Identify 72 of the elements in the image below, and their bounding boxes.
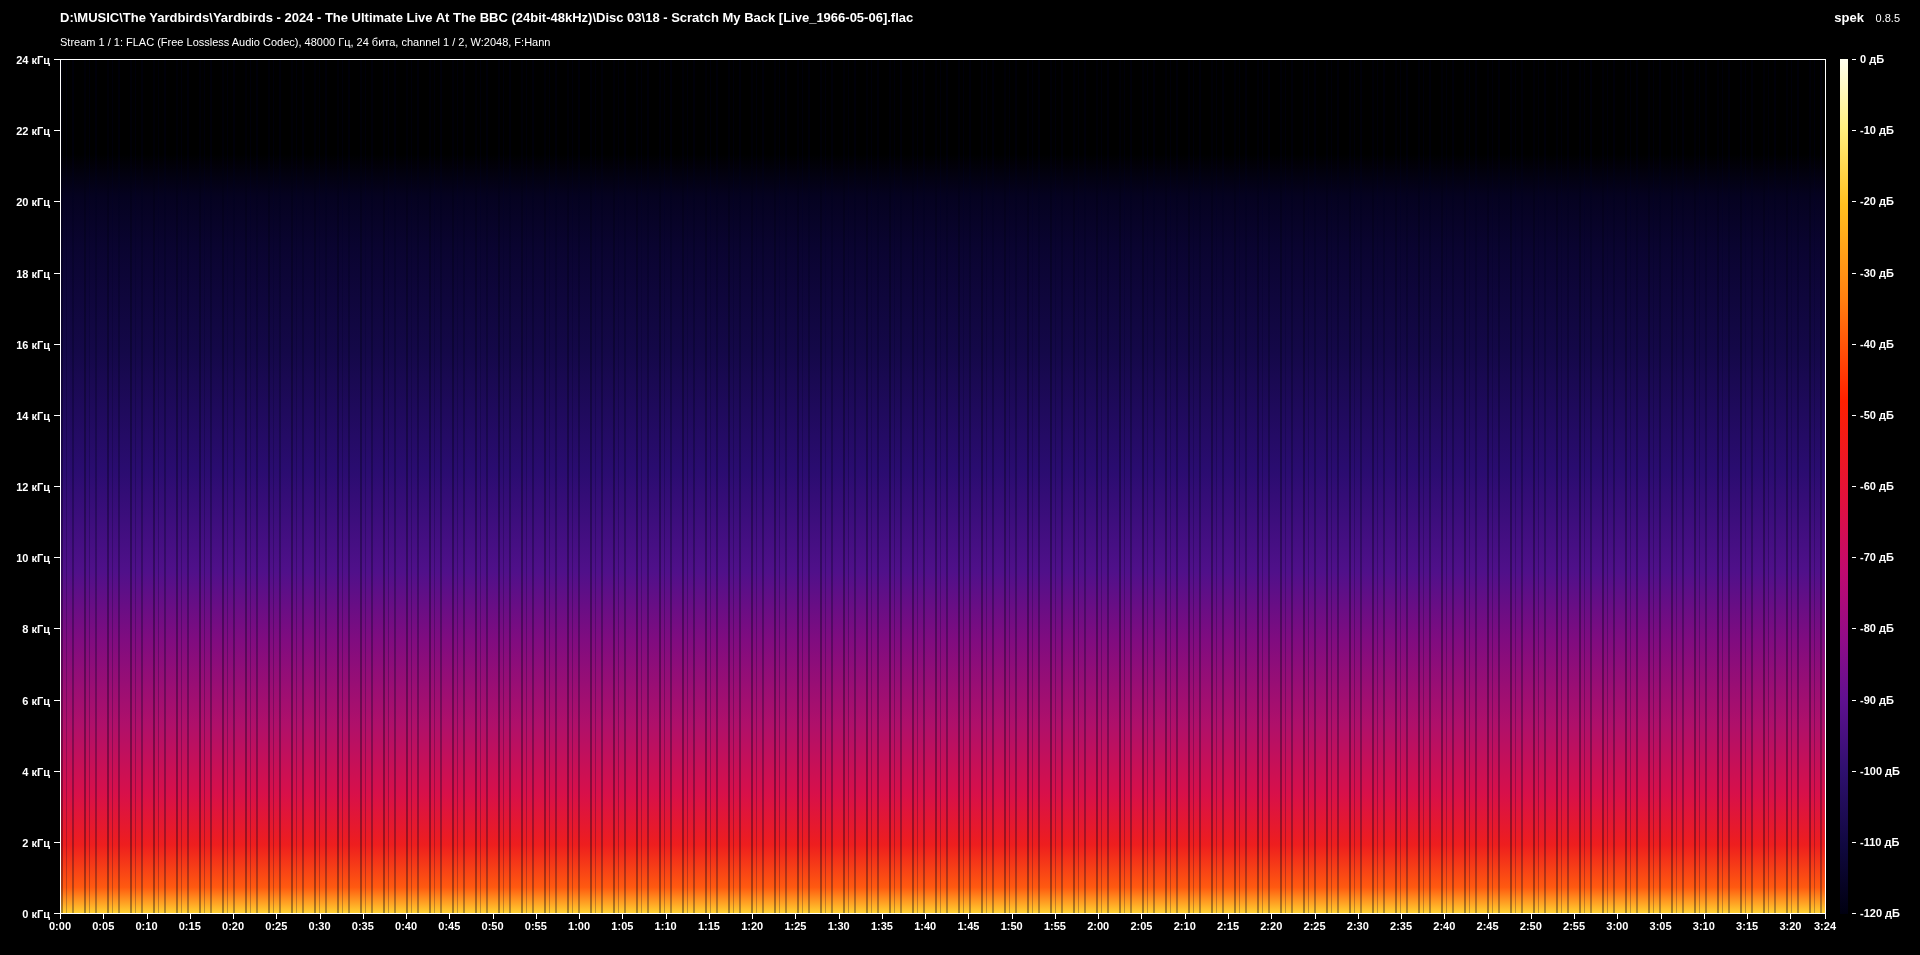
time-label: 3:20 — [1779, 920, 1802, 932]
time-label: 3:24 — [1814, 920, 1836, 932]
stream-info: Stream 1 / 1: FLAC (Free Lossless Audio Codec), 48000 Гц, 24 бита, channel 1 / 2, W:2048, F:Hann — [60, 36, 551, 48]
time-label: 2:50 — [1519, 920, 1542, 932]
time-label: 2:20 — [1260, 920, 1283, 932]
frequency-label: 20 кГц — [16, 196, 50, 209]
frequency-label: 8 кГц — [22, 623, 50, 636]
time-label: 0:20 — [222, 920, 245, 932]
time-label: 2:30 — [1346, 920, 1369, 932]
time-label: 2:45 — [1476, 920, 1499, 932]
time-label: 3:10 — [1692, 920, 1715, 932]
decibel-label: 0 дБ — [1860, 53, 1885, 65]
time-label: 1:15 — [697, 920, 720, 932]
time-label: 2:15 — [1217, 920, 1239, 932]
frequency-label: 10 кГц — [16, 552, 50, 565]
time-label: 0:55 — [524, 920, 547, 932]
time-label: 2:00 — [1087, 920, 1110, 932]
time-label: 2:35 — [1390, 920, 1413, 932]
app-version: 0.8.5 — [1875, 12, 1900, 24]
time-label: 3:15 — [1736, 920, 1759, 932]
decibel-label: -80 дБ — [1860, 622, 1894, 635]
decibel-label: -10 дБ — [1860, 124, 1894, 137]
time-label: 0:50 — [481, 920, 504, 932]
decibel-label: -110 дБ — [1860, 835, 1900, 848]
time-label: 3:00 — [1606, 920, 1629, 932]
time-label: 1:30 — [827, 920, 850, 932]
time-label: 0:40 — [395, 920, 418, 932]
time-label: 2:40 — [1433, 920, 1456, 932]
time-label: 1:05 — [611, 920, 634, 932]
frequency-label: 16 кГц — [16, 338, 50, 351]
time-label: 0:35 — [351, 920, 374, 932]
frequency-label: 24 кГц — [16, 54, 50, 66]
decibel-label: -60 дБ — [1860, 480, 1894, 492]
time-label: 0:00 — [49, 920, 71, 932]
time-label: 1:45 — [957, 920, 980, 932]
frequency-label: 14 кГц — [16, 409, 50, 422]
frequency-label: 4 кГц — [22, 765, 50, 778]
time-label: 1:50 — [1000, 920, 1023, 932]
time-label: 1:35 — [870, 920, 893, 932]
time-label: 2:05 — [1130, 920, 1153, 932]
time-label: 1:55 — [1043, 920, 1066, 932]
time-label: 2:10 — [1173, 920, 1196, 932]
time-label: 0:25 — [265, 920, 288, 932]
time-label: 1:10 — [654, 920, 677, 932]
frequency-label: 22 кГц — [16, 125, 50, 138]
time-label: 1:25 — [784, 920, 807, 932]
frequency-label: 2 кГц — [22, 836, 50, 849]
time-label: 0:10 — [135, 920, 158, 932]
frequency-label: 12 кГц — [16, 481, 50, 493]
frequency-label: 6 кГц — [22, 694, 50, 707]
decibel-label: -70 дБ — [1860, 551, 1894, 564]
file-path-title: D:\MUSIC\The Yardbirds\Yardbirds - 2024 - The Ultimate Live At The BBC (24bit-48kHz)\Disc 03\18 - Scratch My Back [Live_1966-05-06].flac — [60, 10, 914, 25]
time-label: 1:00 — [568, 920, 591, 932]
frequency-label: 0 кГц — [22, 908, 50, 920]
time-label: 1:20 — [741, 920, 764, 932]
time-label: 0:05 — [92, 920, 115, 932]
decibel-label: -30 дБ — [1860, 266, 1894, 279]
decibel-label: -20 дБ — [1860, 195, 1894, 208]
decibel-label: -50 дБ — [1860, 408, 1894, 421]
decibel-label: -90 дБ — [1860, 693, 1894, 706]
time-label: 2:55 — [1563, 920, 1586, 932]
time-label: 2:25 — [1303, 920, 1326, 932]
time-label: 3:05 — [1649, 920, 1672, 932]
time-label: 0:45 — [438, 920, 461, 932]
time-label: 1:40 — [914, 920, 937, 932]
decibel-label: -40 дБ — [1860, 337, 1894, 350]
decibel-label: -120 дБ — [1860, 907, 1900, 919]
app-name: spek — [1834, 10, 1864, 25]
decibel-label: -100 дБ — [1860, 764, 1900, 777]
time-label: 0:30 — [308, 920, 331, 932]
time-label: 0:15 — [178, 920, 201, 932]
frequency-label: 18 кГц — [16, 267, 50, 280]
